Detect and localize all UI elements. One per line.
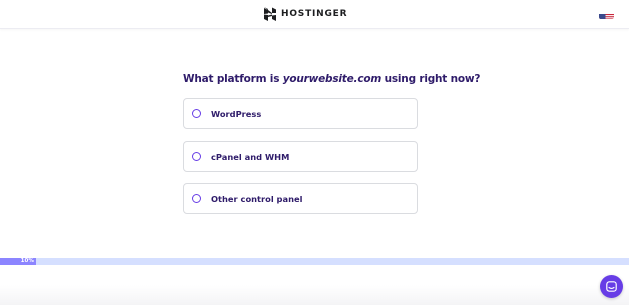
hostinger-logo-icon — [264, 7, 276, 21]
hostinger-logo[interactable]: HOSTINGER — [264, 7, 347, 21]
question-suffix: using right now? — [381, 73, 481, 85]
footer-fade — [0, 285, 629, 305]
progress-bar: 10% — [0, 258, 629, 265]
progress-fill: 10% — [0, 258, 36, 265]
radio-cpanel-whm[interactable] — [192, 152, 201, 161]
question-prefix: What platform is — [183, 73, 283, 85]
radio-wordpress[interactable] — [192, 109, 201, 118]
option-wordpress[interactable]: WordPress — [183, 98, 418, 129]
platform-question: What platform is yourwebsite.com using r… — [183, 73, 480, 85]
chat-button[interactable] — [600, 275, 623, 298]
chat-icon — [606, 281, 617, 292]
question-domain: yourwebsite.com — [282, 73, 382, 85]
option-cpanel-whm[interactable]: cPanel and WHM — [183, 141, 418, 172]
option-other-control-panel[interactable]: Other control panel — [183, 183, 418, 214]
progress-label: 10% — [20, 258, 34, 264]
us-flag-icon[interactable] — [599, 9, 614, 19]
option-label: cPanel and WHM — [211, 151, 290, 162]
option-label: WordPress — [211, 108, 262, 119]
top-header: HOSTINGER — [0, 0, 629, 29]
radio-other-control-panel[interactable] — [192, 194, 201, 203]
brand-name: HOSTINGER — [281, 9, 348, 19]
option-label: Other control panel — [211, 193, 303, 204]
